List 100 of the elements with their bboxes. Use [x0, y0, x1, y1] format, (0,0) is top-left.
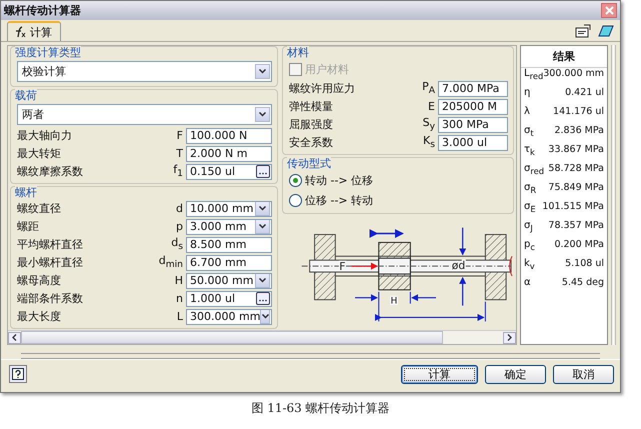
result-symbol: k$_{v}$: [524, 258, 535, 271]
dialog-button[interactable]: 确定: [485, 364, 546, 384]
help-button[interactable]: [9, 365, 27, 383]
result-symbol: τ$_{k}$: [524, 144, 535, 157]
result-symbol: σ$_{R}$: [524, 182, 536, 195]
right-chevron-icon: [507, 334, 512, 341]
result-value: 58.728 MPa: [548, 163, 604, 174]
ellipsis-icon: [256, 165, 270, 178]
field-label: 最大长度: [17, 309, 62, 324]
result-value: 141.176 ul: [553, 106, 604, 117]
field-label: 螺纹许用应力: [289, 81, 356, 96]
input-field[interactable]: 3.000 mm: [186, 218, 272, 234]
symbol-label: P$_{A}$: [421, 80, 436, 97]
toolbar-button[interactable]: [573, 22, 593, 40]
result-symbol: λ: [524, 106, 530, 117]
symbol-label: H: [174, 274, 184, 287]
symbol-label: d$_{min}$: [158, 254, 184, 271]
result-value: 5.108 ul: [565, 258, 604, 269]
symbol-label: E: [427, 100, 436, 113]
symbol-label: T: [175, 147, 184, 160]
field-label: 最大转矩: [17, 146, 62, 161]
group-title: 螺杆: [15, 186, 37, 199]
result-value: 101.515 MPa: [542, 201, 604, 212]
result-symbol: σ$_{E}$: [524, 201, 536, 214]
dialog-button[interactable]: 计算: [401, 364, 478, 384]
scroll-right-button[interactable]: [503, 332, 516, 344]
result-value: 5.45 deg: [562, 277, 604, 288]
tab[interactable]: 计算: [7, 21, 61, 41]
field-label: 最大轴向力: [17, 128, 73, 143]
field-label: 屈服强度: [289, 117, 334, 132]
dialog-button[interactable]: 取消: [553, 364, 614, 384]
result-value: 78.357 MPa: [548, 220, 604, 231]
field-label: 螺纹摩擦系数: [17, 164, 84, 179]
input-field[interactable]: 300.000 mm: [186, 308, 272, 324]
result-value: 300.000 mm: [543, 68, 604, 79]
scroll-thumb[interactable]: [21, 331, 443, 344]
result-value: 2.836 MPa: [554, 125, 604, 136]
group-title: 载荷: [15, 89, 37, 102]
input-field[interactable]: 0.150 ul: [186, 164, 272, 180]
ellipsis-icon: [256, 292, 270, 305]
input-field[interactable]: 50.000 mm: [186, 272, 272, 288]
symbol-label: d$_{s}$: [170, 236, 184, 253]
input-field[interactable]: 6.700 mm: [186, 254, 272, 270]
question-icon: [12, 368, 24, 380]
diameter-label: ød: [452, 259, 466, 272]
results-title: 结果: [521, 46, 607, 68]
symbol-label: p: [175, 220, 184, 233]
input-field[interactable]: 7.000 MPa: [438, 80, 508, 96]
result-value: 75.849 MPa: [548, 182, 604, 193]
group-title: 材料: [287, 46, 309, 59]
result-value: 33.867 MPa: [548, 144, 604, 155]
horizontal-scrollbar[interactable]: [8, 330, 516, 344]
field-label: 最小螺杆直径: [17, 255, 84, 270]
group-title: 传动型式: [287, 157, 331, 170]
radio-button[interactable]: [289, 174, 302, 187]
input-field[interactable]: 2.000 N m: [186, 146, 272, 162]
input-field[interactable]: 300 MPa: [438, 116, 508, 132]
result-symbol: α: [524, 277, 531, 288]
input-field[interactable]: 10.000 mm: [186, 200, 272, 216]
radio-button[interactable]: [289, 194, 302, 207]
checkbox-label: 用户材料: [305, 62, 349, 77]
force-label: F: [339, 260, 346, 274]
input-field[interactable]: 205000 M: [438, 98, 508, 114]
input-field[interactable]: 1.000 ul: [186, 290, 272, 306]
dropdown[interactable]: 校验计算: [17, 61, 272, 82]
field-label: 螺母高度: [17, 273, 62, 288]
result-symbol: η: [524, 87, 530, 98]
eraser-icon: [598, 24, 614, 38]
field-label: 端部条件系数: [17, 291, 84, 306]
input-field[interactable]: 100.000 N: [186, 128, 272, 144]
result-value: 0.200 MPa: [554, 239, 604, 250]
field-label: 螺距: [17, 219, 40, 234]
radio-option[interactable]: 位移 --> 转动: [289, 191, 508, 210]
input-field[interactable]: 3.000 ul: [438, 134, 508, 150]
window-title: 螺杆传动计算器: [4, 3, 81, 18]
symbol-label: S$_{y}$: [422, 116, 436, 133]
field-label: 平均螺杆直径: [17, 237, 84, 252]
result-symbol: L$_{red}$: [524, 68, 544, 81]
result-value: 0.421 ul: [565, 87, 604, 98]
symbol-label: f$_{1}$: [172, 163, 184, 180]
height-label: H: [390, 296, 398, 307]
dropdown[interactable]: 两者: [17, 104, 272, 125]
symbol-label: F: [176, 129, 184, 142]
radio-option[interactable]: 转动 --> 位移: [289, 171, 508, 190]
close-icon: [604, 6, 614, 15]
close-button[interactable]: [601, 3, 617, 18]
symbol-label: n: [175, 292, 184, 305]
result-symbol: σ$_{t}$: [524, 125, 534, 138]
scroll-left-button[interactable]: [8, 332, 21, 344]
group-title: 强度计算类型: [15, 46, 81, 59]
result-symbol: σ$_{J}$: [524, 220, 533, 233]
input-field[interactable]: 8.500 mm: [186, 236, 272, 252]
field-label: 螺纹直径: [17, 201, 62, 216]
symbol-label: K$_{s}$: [422, 134, 436, 151]
symbol-label: d: [175, 202, 184, 215]
function-icon: [13, 26, 27, 38]
result-symbol: p$_{c}$: [524, 239, 535, 252]
field-label: 安全系数: [289, 135, 334, 150]
symbol-label: L: [176, 310, 184, 323]
document-icon: [575, 24, 591, 38]
